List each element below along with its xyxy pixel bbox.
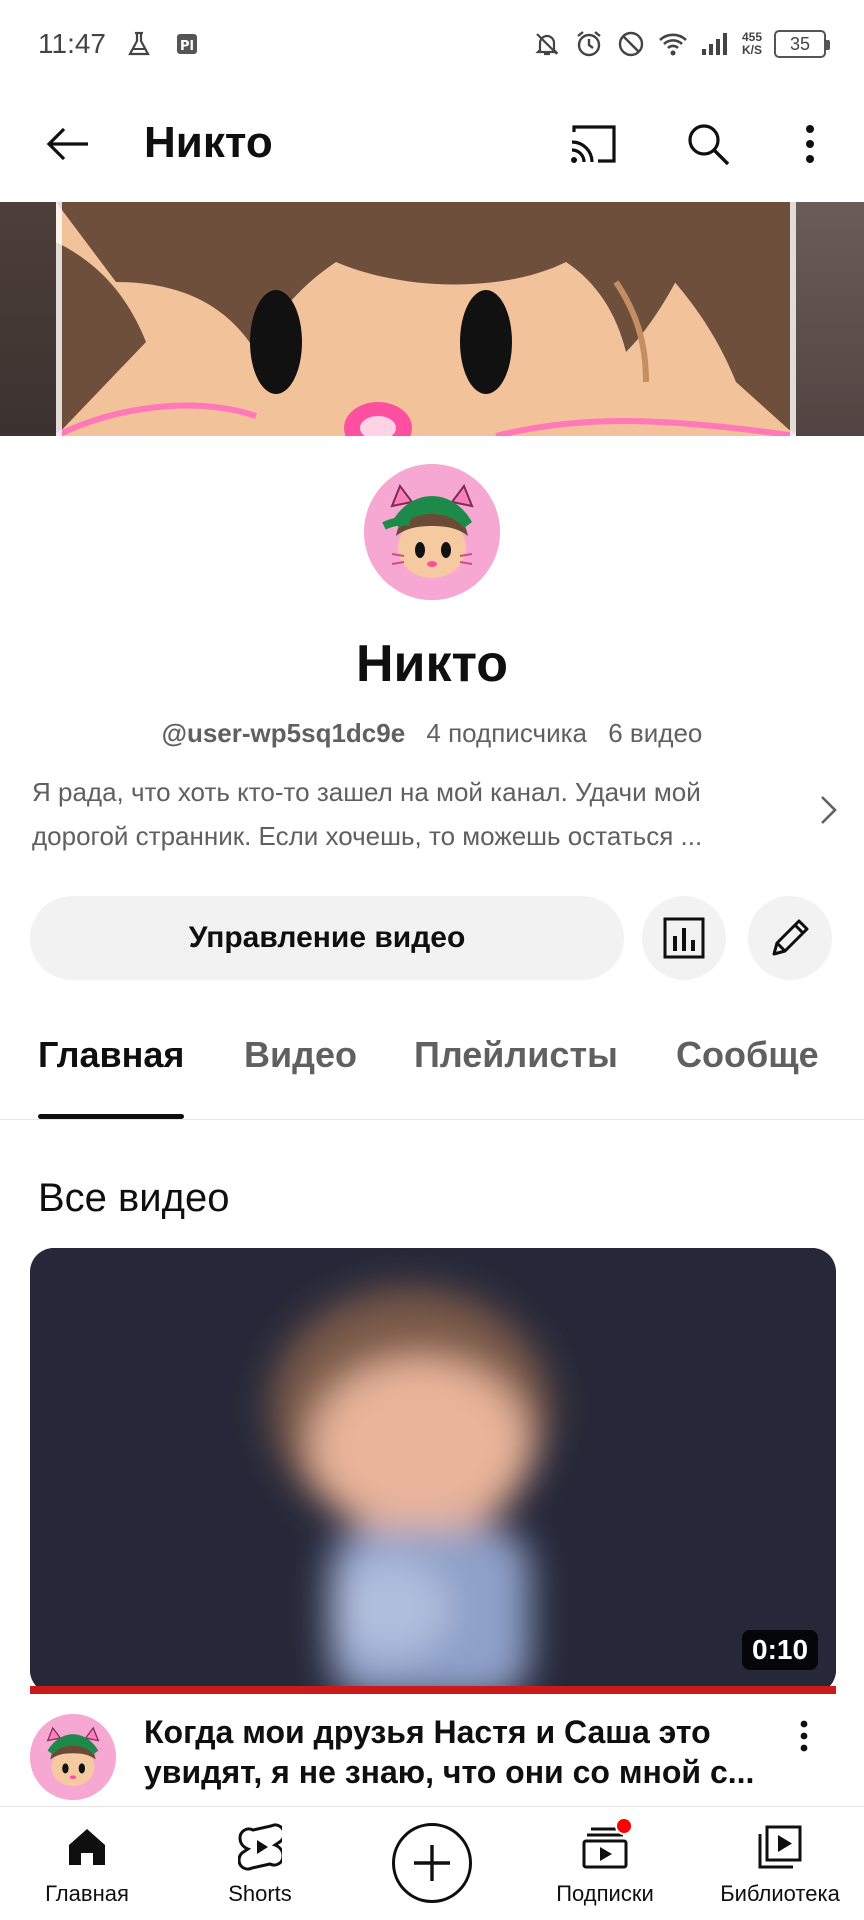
app-bar: Никто [0,88,864,200]
net-speed-unit: K/S [741,43,762,57]
svg-text:Pl: Pl [180,39,194,54]
tab-home[interactable]: Главная [38,1034,184,1076]
video-duration-badge: 0:10 [742,1630,819,1670]
library-icon [752,1819,808,1875]
subscriptions-icon [577,1817,633,1875]
status-right: 455 K/S 35 [532,29,830,59]
shorts-icon [232,1819,288,1875]
analytics-button[interactable] [642,896,726,980]
channel-name: Никто [355,635,509,693]
create-button[interactable] [392,1823,472,1903]
net-speed-value: 455 [741,30,762,44]
video-count: 6 видео [608,718,703,748]
cast-icon [571,125,616,163]
nav-shorts[interactable]: Shorts [195,1807,325,1920]
subscriptions-notification-dot [615,1817,633,1835]
banner-art [56,202,796,436]
avatar-illustration-small [30,1714,116,1800]
cast-button[interactable] [564,114,624,174]
bottom-navigation: Главная Shorts Подписки Библиотека [0,1806,864,1920]
search-button[interactable] [678,114,738,174]
video-meta: Когда мои друзья Настя и Саша это увидят… [0,1712,864,1804]
do-not-disturb-icon [616,29,646,59]
status-left: 11:47 Pl [38,28,202,60]
tab-community[interactable]: Сообще [676,1034,819,1076]
back-button[interactable] [38,114,98,174]
video-title-line-1: Когда мои друзья Настя и Саша это [144,1714,711,1750]
nav-subscriptions[interactable]: Подписки [540,1807,670,1920]
description-line-2: дорогой странник. Если хочешь, то можешь… [32,821,703,851]
channel-avatar[interactable] [364,464,500,600]
page-title: Никто [144,118,273,167]
more-vertical-icon [806,125,814,163]
nav-shorts-label: Shorts [228,1881,292,1906]
more-vertical-icon [800,1720,808,1752]
description-expand-button[interactable] [808,790,848,830]
battery-indicator: 35 [774,30,830,58]
tab-playlists[interactable]: Плейлисты [414,1034,618,1076]
arrow-left-icon [46,127,88,161]
watch-progress-bar [30,1686,836,1694]
banner-illustration [56,202,796,436]
network-speed: 455 K/S [742,31,762,57]
avatar-illustration [364,464,500,600]
nav-library-label: Библиотека [720,1881,840,1906]
plus-icon [414,1845,450,1881]
video-more-button[interactable] [784,1716,824,1756]
status-bar: 11:47 Pl 455 K/S 35 [0,0,864,88]
nav-home[interactable]: Главная [22,1807,152,1920]
signal-icon [700,29,730,59]
tab-videos[interactable]: Видео [244,1034,357,1076]
wifi-icon [658,29,688,59]
channel-meta: @user-wp5sq1dc9e 4 подписчика 6 видео [0,718,864,749]
video-thumbnail[interactable] [30,1248,836,1694]
bell-off-icon [532,29,562,59]
video-title[interactable]: Когда мои друзья Настя и Саша это увидят… [144,1712,764,1792]
pencil-icon [772,919,809,956]
thumbnail-image [30,1248,836,1694]
chevron-right-icon [821,796,837,824]
battery-level: 35 [789,33,811,54]
app-notification-icon: Pl [172,29,202,59]
banner-edge-right [796,202,864,436]
video-title-line-2: увидят, я не знаю, что они со мной с... [144,1754,755,1790]
manage-videos-button[interactable]: Управление видео [30,896,624,980]
channel-tabs: Главная Видео Плейлисты Сообще [0,1010,864,1120]
nav-home-label: Главная [45,1881,129,1906]
subscriber-count: 4 подписчика [426,718,588,748]
channel-description[interactable]: Я рада, что хоть кто-то зашел на мой кан… [32,770,792,858]
channel-handle: @user-wp5sq1dc9e [161,718,406,748]
channel-banner [0,202,864,436]
alarm-icon [574,29,604,59]
status-time: 11:47 [38,28,106,59]
section-title: Все видео [38,1176,230,1220]
nav-subscriptions-label: Подписки [556,1881,654,1906]
more-options-button[interactable] [780,114,840,174]
manage-videos-label: Управление видео [188,921,466,954]
description-line-1: Я рада, что хоть кто-то зашел на мой кан… [32,777,701,807]
video-channel-avatar[interactable] [30,1714,116,1800]
flask-icon [124,29,154,59]
bar-chart-icon [663,917,705,959]
home-icon [59,1819,115,1875]
banner-edge-left [0,202,56,436]
search-icon [688,124,730,166]
edit-channel-button[interactable] [748,896,832,980]
active-tab-indicator [38,1114,184,1119]
nav-library[interactable]: Библиотека [710,1807,850,1920]
